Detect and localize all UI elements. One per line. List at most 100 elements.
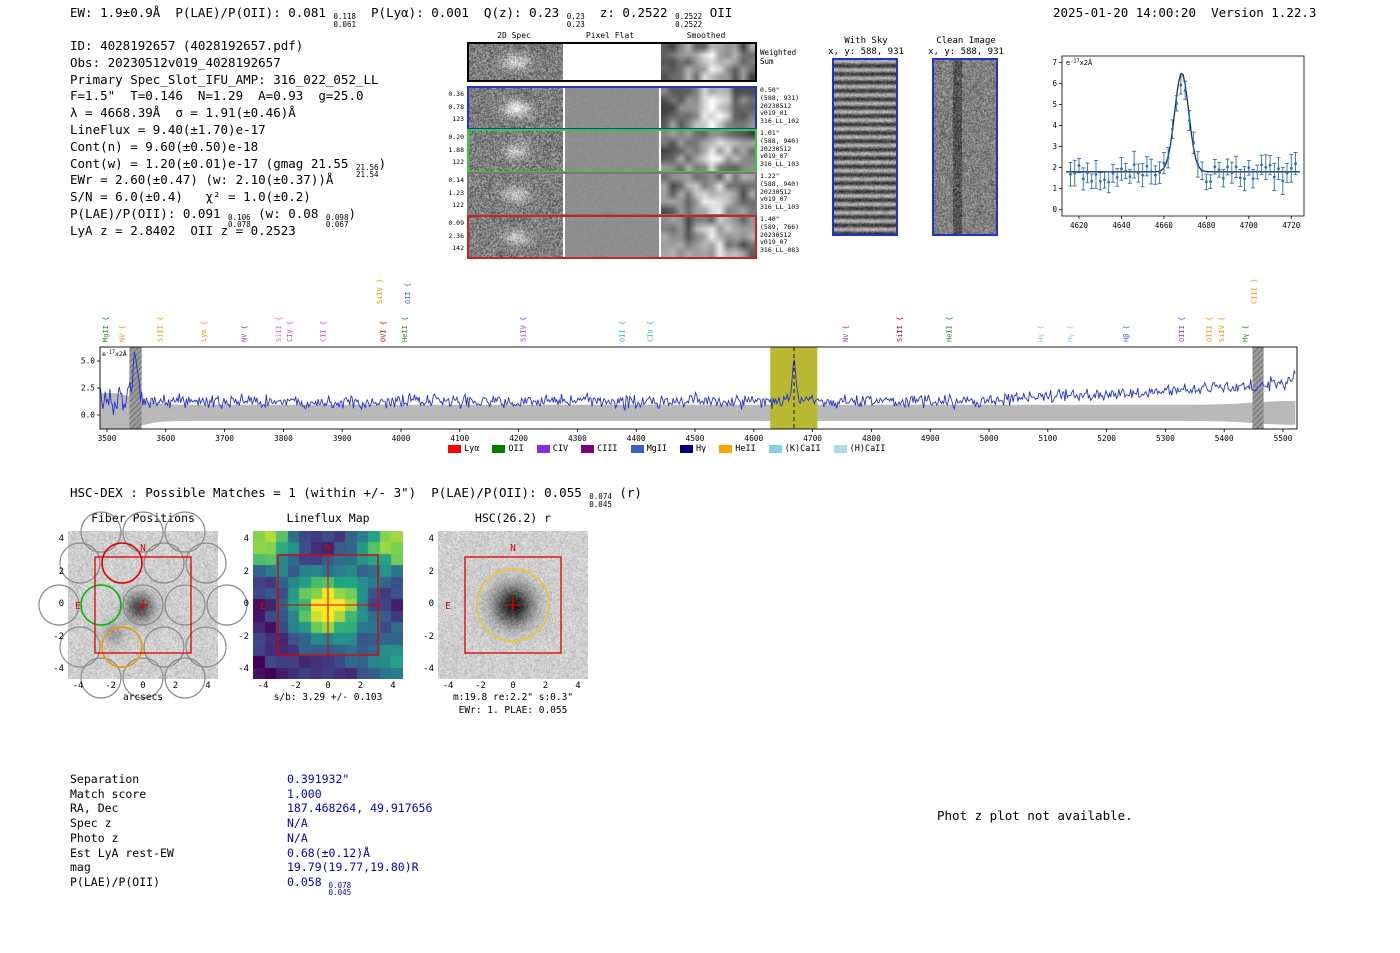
svg-text:CIV {: CIV { (286, 321, 294, 342)
legend-item: CIII (581, 444, 618, 454)
panel-ytick: -4 (53, 664, 64, 674)
match-row-value: 19.79(19.77,19.80)R (287, 860, 419, 875)
cutout-row-annotation: 0.50" (588, 931) 20230512 v019_01 316_LL_102 (760, 86, 800, 126)
svg-text:HeII {: HeII { (945, 317, 953, 342)
legend-swatch (448, 445, 461, 453)
svg-text:SiIV }: SiIV } (376, 279, 384, 304)
cutout-row (467, 215, 757, 259)
svg-text:SiIV {: SiIV { (520, 317, 528, 342)
svg-text:4640: 4640 (1112, 221, 1131, 230)
panel-xtick: 0 (140, 681, 146, 691)
panel-xtick: -2 (290, 681, 301, 691)
panel-xtick: 2 (172, 681, 179, 691)
svg-text:5000: 5000 (980, 434, 999, 443)
panel-ytick: 4 (243, 534, 249, 544)
svg-text:5500: 5500 (1274, 434, 1293, 443)
svg-text:4500: 4500 (686, 434, 705, 443)
info-line: F=1.5" T=0.146 N=1.29 A=0.93 g=25.0 (70, 88, 364, 104)
panel-xtick: 0 (510, 681, 516, 691)
svg-text:5300: 5300 (1156, 434, 1175, 443)
svg-text:4: 4 (1052, 121, 1057, 130)
svg-text:OIII {: OIII { (1178, 317, 1186, 342)
stacked-fraction: 0.074 0.045 (589, 492, 612, 509)
legend-swatch (581, 445, 595, 453)
svg-text:N: N (140, 543, 146, 554)
cutout-column-header: 2D Spec (497, 31, 531, 40)
info-line: Cont(w) = 1.20(±0.01)e-17 (gmag 21.55 21… (70, 155, 387, 180)
svg-text:5.0: 5.0 (81, 357, 95, 366)
svg-text:4700: 4700 (1240, 221, 1259, 230)
panel-xtick: -2 (105, 681, 116, 691)
cutout-cell-canvas (565, 88, 659, 128)
with-sky-canvas (834, 60, 896, 234)
info-line: Cont(n) = 9.60(±0.50)e-18 (70, 138, 259, 154)
legend-swatch (833, 445, 847, 453)
panel-xtick: 2 (357, 681, 364, 691)
cutout-cell-canvas (565, 131, 659, 171)
legend-item: (K)CaII (768, 444, 821, 454)
cutout-row-annotation: 1.01" (588, 940) 20230512 v019_07 316_LL_103 (760, 129, 800, 169)
header-summary: EW: 1.9±0.9Å P(LAE)/P(OII): 0.081 0.118 0… (70, 5, 733, 29)
match-row-value: 0.68(±0.12)Å (287, 845, 371, 860)
legend-swatch (768, 445, 782, 453)
full-spectrum-chart: 3500 3600 3700 3800 3900 4000 4100 4200 4300 4400… (81, 279, 1298, 443)
match-row-value: 0.391932" (287, 772, 350, 786)
svg-text:HeII {: HeII { (401, 317, 409, 342)
svg-text:E: E (260, 601, 266, 612)
svg-text:4400: 4400 (627, 434, 646, 443)
stacked-fraction: 0.23 0.23 (566, 12, 585, 29)
cutout-cell-canvas (565, 217, 659, 257)
legend-swatch (536, 445, 550, 453)
svg-text:3600: 3600 (156, 434, 175, 443)
svg-text:MgII {: MgII { (102, 317, 110, 342)
info-line: Primary Spec_Slot_IFU_AMP: 316_022_052_L… (70, 71, 379, 87)
legend-item: Hγ (680, 444, 706, 454)
svg-text:Hγ {: Hγ { (1242, 325, 1250, 342)
fiber-xlabel: arcsecs (122, 692, 164, 703)
info-line: Obs: 20230512v019_4028192657 (70, 54, 281, 70)
match-row-label: mag (70, 860, 91, 875)
svg-text:5400: 5400 (1215, 434, 1234, 443)
legend-swatch (680, 445, 694, 453)
panel-ytick: -2 (423, 631, 434, 642)
svg-text:SiII {: SiII { (896, 317, 904, 342)
weighted-sum-row (467, 42, 757, 82)
svg-text:4800: 4800 (862, 434, 881, 443)
cutout-row-annotation: 1.40" (589, 766) 20230512 v019_07 316_LL_083 (760, 215, 800, 255)
panel-xtick: -4 (442, 681, 454, 691)
clean-image-title: Clean Image (936, 36, 996, 46)
cutout-cell-canvas (661, 217, 755, 257)
stacked-fraction: 0.098 0.067 (325, 212, 349, 230)
svg-text:OVI {: OVI { (380, 321, 388, 342)
svg-text:4600: 4600 (744, 434, 763, 443)
version-label: Version 1.22.3 (1211, 5, 1317, 20)
clean-image-coords: x, y: 588, 931 (928, 47, 1004, 57)
panel-ytick: -4 (238, 664, 249, 674)
panel-xtick: -2 (475, 681, 486, 691)
line-fit-zoom-chart: 0 1 2 3 4 5 6 7 4620 4640 4660 4680 4700 4720 e-17x2Å (1052, 55, 1305, 230)
svg-text:Hγ {: Hγ { (1037, 325, 1045, 342)
stacked-fraction: 0.118 0.061 (333, 12, 356, 29)
match-row-label: Match score (70, 786, 147, 801)
svg-text:N: N (510, 543, 516, 554)
stacked-fraction: 0.078 0.045 (328, 880, 352, 898)
hsc-caption-1: m:19.8 re:2.2" s:0.3" (452, 692, 574, 703)
panel-ytick: -2 (53, 631, 64, 642)
svg-text:NV {: NV { (240, 325, 248, 342)
lineflux-caption: s/b: 3.29 +/- 0.103 (273, 692, 383, 703)
clean-image (932, 58, 998, 236)
svg-text:OII {: OII { (404, 283, 412, 304)
cutout-row-left-labels: 0.36 0.78 123 (448, 90, 464, 123)
legend-swatch (630, 445, 644, 453)
legend-item: MgII (630, 444, 667, 454)
legend-item: HeII (719, 444, 756, 454)
fiber-positions-overlay: NE (38, 511, 248, 699)
legend-swatch (719, 445, 733, 453)
match-row-value: N/A (287, 830, 308, 845)
cutout-row-left-labels: 0.20 1.88 122 (448, 133, 464, 166)
info-line: S/N = 6.0(±0.4) χ² = 1.0(±0.2) (70, 189, 311, 205)
svg-text:0: 0 (1052, 205, 1057, 214)
match-row-label: RA, Dec (70, 801, 119, 816)
match-row-label: Est LyA rest-EW (70, 845, 174, 860)
svg-text:2.5: 2.5 (81, 384, 95, 393)
